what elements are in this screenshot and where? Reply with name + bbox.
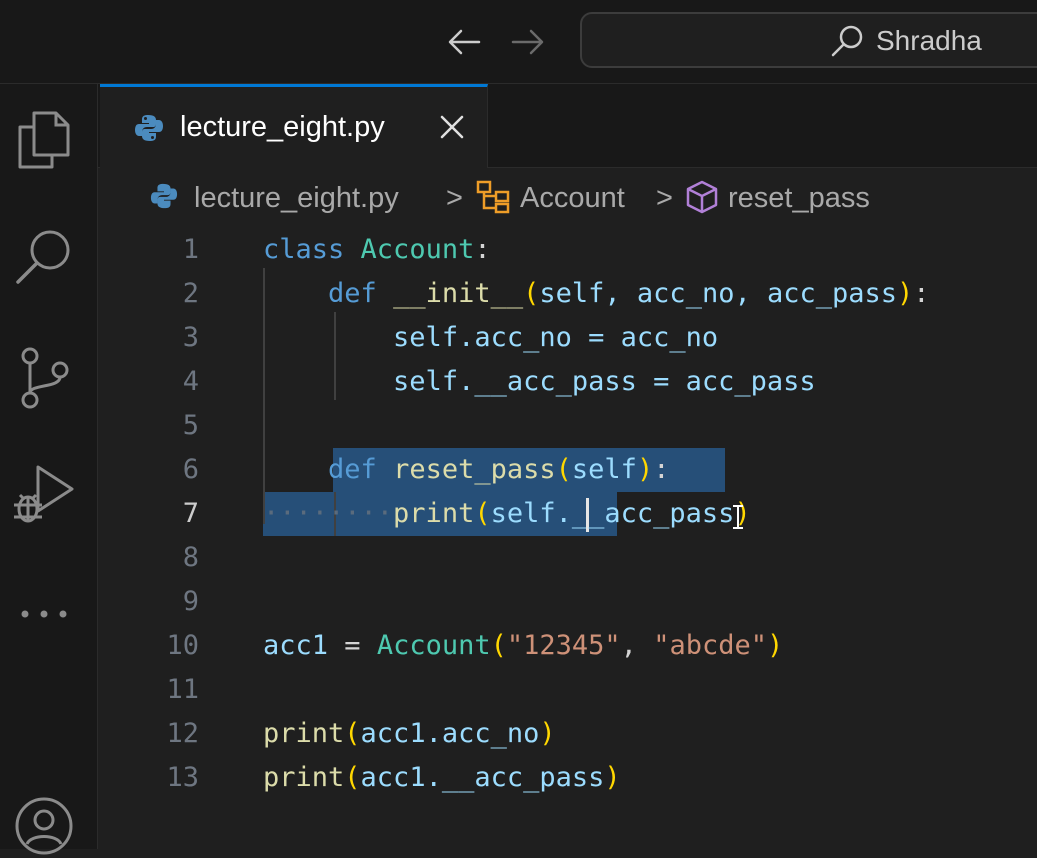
account-icon[interactable] — [12, 794, 76, 858]
line-number: 4 — [182, 366, 199, 397]
code-line-9[interactable]: 9 — [98, 580, 1037, 624]
command-center-search[interactable]: Shradha — [580, 12, 1037, 68]
code-text: def __init__(self, acc_no, acc_pass): — [328, 278, 930, 309]
breadcrumb-method[interactable]: reset_pass — [728, 180, 870, 216]
code-text: def reset_pass(self): — [328, 454, 670, 485]
code-line-1[interactable]: 1 class Account: — [98, 228, 1037, 272]
code-line-13[interactable]: 13 print(acc1.__acc_pass) — [98, 756, 1037, 800]
code-line-6[interactable]: 6 def reset_pass(self): — [98, 448, 1037, 492]
line-number: 10 — [166, 630, 199, 661]
search-icon — [830, 24, 864, 62]
title-bar: Shradha — [0, 0, 1037, 84]
class-icon — [476, 180, 512, 223]
line-number: 7 — [182, 498, 199, 529]
line-number: 13 — [166, 762, 199, 793]
run-debug-icon[interactable] — [12, 462, 76, 526]
code-line-2[interactable]: 2 def __init__(self, acc_no, acc_pass): — [98, 272, 1037, 316]
code-text: self.__acc_pass = acc_pass — [393, 366, 816, 397]
breadcrumb-separator: > — [446, 182, 463, 214]
code-line-8[interactable]: 8 — [98, 536, 1037, 580]
python-icon — [134, 113, 164, 147]
editor-tabs: lecture_eight.py — [98, 84, 1037, 168]
code-line-4[interactable]: 4 self.__acc_pass = acc_pass — [98, 360, 1037, 404]
more-icon[interactable] — [12, 582, 76, 646]
code-line-12[interactable]: 12 print(acc1.acc_no) — [98, 712, 1037, 756]
code-text: class Account: — [263, 234, 491, 265]
line-number: 5 — [182, 410, 199, 441]
code-text: ········print(self.__acc_pass) — [263, 492, 751, 536]
code-line-11[interactable]: 11 — [98, 668, 1037, 712]
search-icon[interactable] — [12, 224, 76, 288]
arrow-left-icon[interactable] — [444, 22, 484, 62]
line-number: 2 — [182, 278, 199, 309]
line-number: 12 — [166, 718, 199, 749]
tab-lecture-eight[interactable]: lecture_eight.py — [100, 84, 488, 168]
code-editor[interactable]: 1 class Account: 2 def __init__(self, ac… — [98, 228, 1037, 849]
tab-label: lecture_eight.py — [180, 111, 385, 143]
code-text: print(acc1.acc_no) — [263, 718, 556, 749]
arrow-right-icon[interactable] — [508, 22, 548, 62]
line-number: 6 — [182, 454, 199, 485]
breadcrumb-class[interactable]: Account — [520, 180, 625, 216]
line-number: 8 — [182, 542, 199, 573]
source-control-icon[interactable] — [12, 346, 76, 410]
activity-bar — [0, 84, 98, 855]
python-icon — [150, 182, 178, 219]
code-line-7[interactable]: 7 ········print(self.__acc_pass) — [98, 492, 1037, 536]
line-number: 3 — [182, 322, 199, 353]
line-number: 1 — [182, 234, 199, 265]
explorer-icon[interactable] — [12, 108, 76, 172]
method-icon — [686, 180, 718, 223]
code-line-5[interactable]: 5 — [98, 404, 1037, 448]
code-line-3[interactable]: 3 self.acc_no = acc_no — [98, 316, 1037, 360]
line-number: 9 — [182, 586, 199, 617]
code-text: print(acc1.__acc_pass) — [263, 762, 621, 793]
breadcrumb-separator: > — [656, 182, 673, 214]
code-text: acc1 = Account("12345", "abcde") — [263, 630, 784, 661]
breadcrumb-file[interactable]: lecture_eight.py — [194, 180, 399, 216]
code-text: self.acc_no = acc_no — [393, 322, 719, 353]
mouse-ibeam-icon — [730, 504, 746, 537]
command-center-text: Shradha — [876, 25, 982, 56]
code-line-10[interactable]: 10 acc1 = Account("12345", "abcde") — [98, 624, 1037, 668]
line-number: 11 — [166, 674, 199, 705]
breadcrumb: lecture_eight.py > Account > reset_pass — [98, 168, 1037, 228]
close-icon[interactable] — [438, 113, 466, 145]
